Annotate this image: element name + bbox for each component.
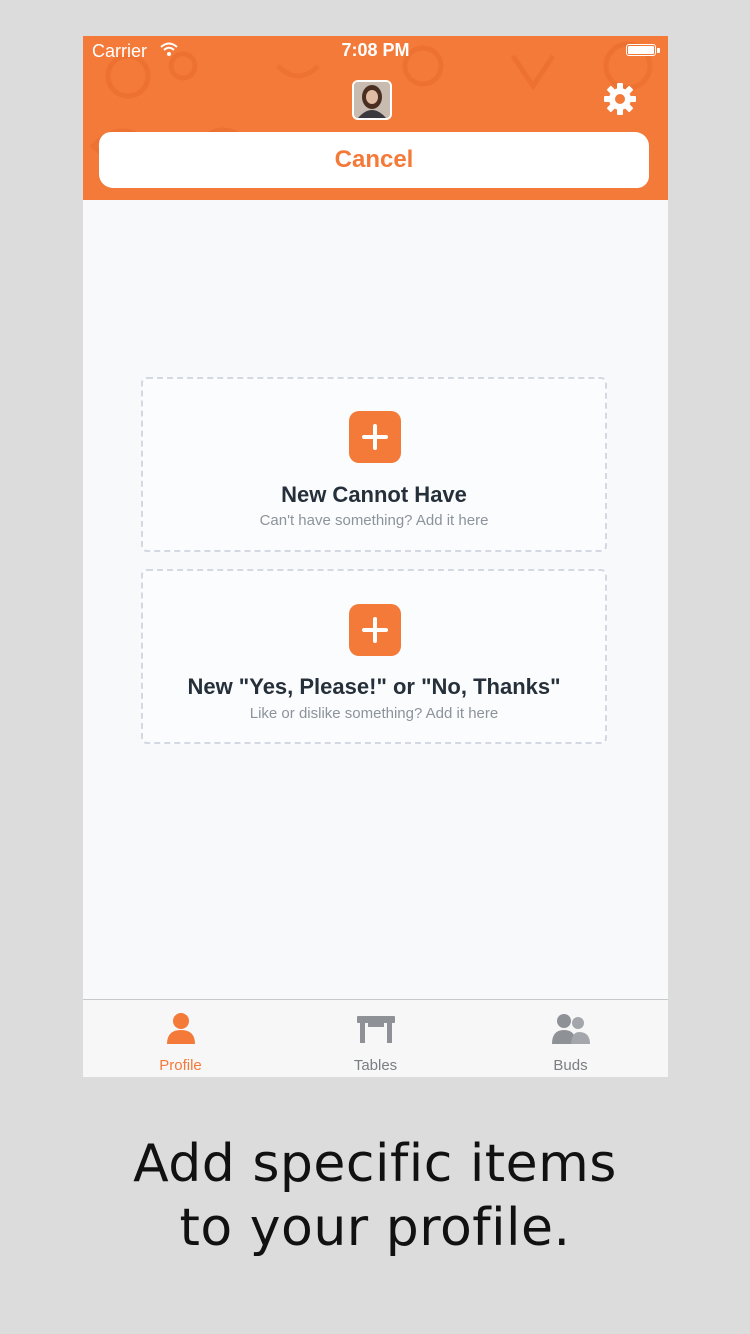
people-icon: [551, 1014, 590, 1044]
status-time: 7:08 PM: [341, 40, 410, 60]
tab-label: Tables: [353, 1057, 398, 1074]
plus-icon[interactable]: [349, 604, 401, 656]
card-subtitle: Like or dislike something? Add it here: [249, 705, 499, 722]
status-bar: Carrier 7:08 PM: [83, 36, 668, 68]
caption-line-2: to your profile.: [179, 1198, 571, 1258]
tab-tables[interactable]: Tables: [278, 1000, 473, 1077]
card-subtitle: Can't have something? Add it here: [259, 512, 489, 529]
avatar[interactable]: [352, 80, 392, 120]
card-title: New Cannot Have: [281, 482, 467, 507]
header-bar: Carrier 7:08 PM Cancel: [83, 36, 668, 200]
table-icon: [356, 1016, 395, 1043]
tab-label: Buds: [553, 1057, 588, 1074]
tab-label: Profile: [159, 1057, 202, 1074]
caption-line-1: Add specific items: [133, 1134, 617, 1194]
tab-bar: Profile Tables Buds: [83, 999, 668, 1077]
plus-icon[interactable]: [349, 411, 401, 463]
person-icon: [166, 1013, 195, 1044]
tab-profile[interactable]: Profile: [83, 1000, 278, 1077]
new-cannot-have-card[interactable]: New Cannot Have Can't have something? Ad…: [141, 377, 607, 552]
card-title: New "Yes, Please!" or "No, Thanks": [187, 674, 561, 699]
gear-icon[interactable]: [601, 80, 639, 118]
app-screen: Carrier 7:08 PM Cancel New Cannot Have C…: [83, 36, 668, 1077]
new-preference-card[interactable]: New "Yes, Please!" or "No, Thanks" Like …: [141, 569, 607, 744]
battery-icon: [626, 44, 660, 56]
avatar-icon: [354, 82, 390, 118]
tab-buds[interactable]: Buds: [473, 1000, 668, 1077]
promo-caption: Add specific items to your profile.: [0, 1132, 750, 1260]
cancel-button[interactable]: Cancel: [99, 132, 649, 188]
